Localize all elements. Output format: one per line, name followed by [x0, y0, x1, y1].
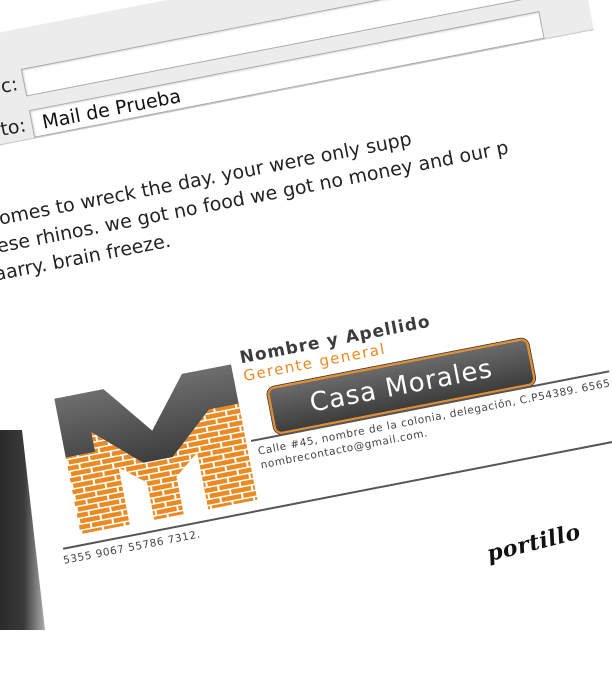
subject-label: nto: — [0, 114, 28, 144]
email-signature: Nombre y Apellido Gerente general Casa M… — [37, 254, 612, 616]
mail-compose-window: c: nto: Mail de Prueba she comes to wrec… — [0, 0, 612, 687]
